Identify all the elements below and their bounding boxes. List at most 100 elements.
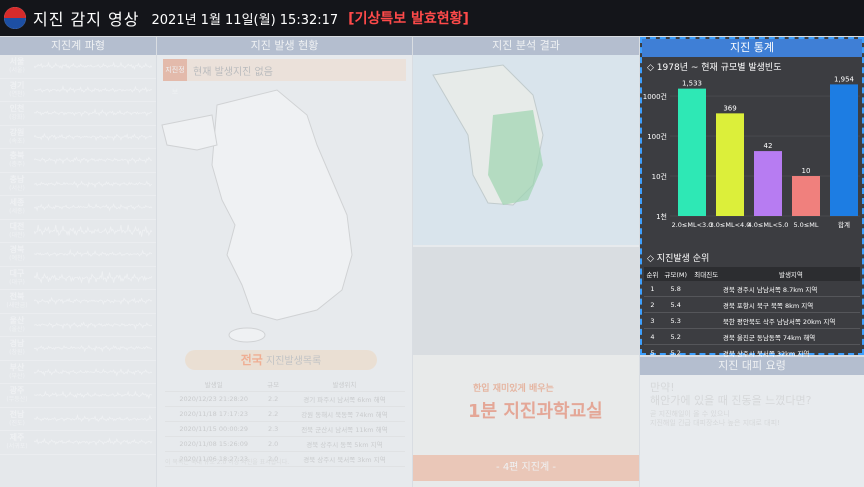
response-tip2: 지진해일 긴급 대피장소나 높은 지대로 대피! (650, 419, 780, 427)
bar-value-label: 369 (723, 104, 736, 112)
x-tick-label: 합계 (838, 220, 850, 229)
bar (678, 88, 706, 216)
x-tick-label: 2.0≤ML<3.0 (672, 221, 713, 229)
station-row[interactable]: 서울 (서울) (0, 55, 156, 79)
notice-text: 현재 발생지진 없음 (193, 66, 273, 78)
quake-list-title: 전국 지진발생목록 (185, 350, 377, 370)
waveform (34, 156, 153, 166)
station-label: 경남 (창원) (9, 339, 25, 357)
table-row[interactable]: 2020/11/08 15:26:09 2.0 경북 상주시 동쪽 5km 지역 (165, 436, 405, 452)
y-tick-label: 1000건 (643, 92, 667, 101)
video-title: 1분 지진과학교실 (468, 401, 603, 422)
table-row[interactable]: 1 5.8 경북 경주시 남남서쪽 8.7km 지역 (644, 281, 860, 297)
station-row[interactable]: 경북 (예천) (0, 243, 156, 267)
x-tick-label: 4.0≤ML<5.0 (748, 221, 789, 229)
megaphone-icon: 지진정보 (163, 59, 187, 96)
table-row[interactable]: 4 5.2 경북 울진군 동남동쪽 74km 해역 (644, 328, 860, 345)
analysis-map[interactable] (413, 55, 639, 245)
station-row[interactable]: 전북 (새만금) (0, 290, 156, 314)
station-label: 전남 (진도) (9, 409, 25, 427)
bar-value-label: 1,533 (682, 80, 702, 88)
statistics-panel: 지진 통계 ◇ 1978년 ~ 현재 규모별 발생빈도 1천 10건 100건 100… (640, 37, 864, 487)
waveform (34, 321, 153, 330)
station-label: 서울 (서울) (9, 57, 25, 75)
table-row[interactable]: 3 5.3 북한 평안북도 삭주 남남서쪽 20km 지역 (644, 312, 860, 329)
seismograph-panel: 지진계 파형 서울 (서울) 경기 (연천) 인천 (강화) 강원 (속초) 충북 (충주) 충남(… (0, 37, 156, 487)
statistics-title: 지진 통계 (642, 39, 862, 57)
rank-header: 발생지역 (721, 267, 860, 281)
waveform (34, 84, 153, 93)
bar-value-label: 42 (764, 142, 773, 150)
station-label: 경북 (예천) (9, 245, 25, 263)
top-bar: 지진 감지 영상 2021년 1월 11일(월) 15:32:17 [기상특보 … (0, 0, 864, 36)
x-tick-label: 5.0≤ML (793, 221, 818, 229)
table-row[interactable]: 2 5.4 경북 포항시 북구 북쪽 8km 지역 (644, 296, 860, 313)
station-row[interactable]: 제주 (서귀포) (0, 431, 156, 455)
list-footnote: 이 목록은 국내 규모 2.0 이상 지진을 표시합니다. (165, 459, 290, 466)
bar (792, 176, 820, 216)
y-tick-label: 1천 (656, 212, 667, 221)
y-tick-label: 100건 (647, 132, 667, 141)
station-label: 강원 (속초) (9, 127, 25, 145)
bar (716, 113, 744, 216)
table-row[interactable]: 2020/11/18 17:17:23 2.2 강원 동해시 북동쪽 74km 해역 (165, 406, 405, 422)
response-q2: 해안가에 있을 때 진동을 느꼈다면? (650, 394, 812, 407)
seismograph-title: 지진계 파형 (0, 37, 156, 55)
station-row[interactable]: 울산 (울산) (0, 314, 156, 337)
rank-header: 최대진도 (690, 267, 722, 281)
waveform (34, 296, 153, 306)
analysis-table (413, 247, 639, 355)
station-row[interactable]: 충북 (충주) (0, 149, 156, 173)
station-row[interactable]: 강원 (속초) (0, 126, 156, 149)
weather-alert-link[interactable]: [기상특보 발효현황] (348, 8, 469, 28)
station-list: 서울 (서울) 경기 (연천) 인천 (강화) 강원 (속초) 충북 (충주) 충남 (서산) 세종 (세… (0, 55, 156, 455)
video-banner: 한입 재미있게 배우는 (473, 384, 554, 394)
station-row[interactable]: 대구 (대구) (0, 267, 156, 290)
waveform (34, 249, 153, 258)
table-row[interactable]: 2020/12/23 21:28:20 2.2 경기 파주시 남서쪽 6km 해역 (165, 391, 405, 407)
station-label: 울산 (울산) (9, 315, 25, 333)
chart-subtitle: ◇ 1978년 ~ 현재 규모별 발생빈도 (647, 63, 782, 73)
waveform (34, 390, 153, 400)
occurrence-title: 지진 발생 현황 (157, 37, 412, 55)
bar-value-label: 10 (802, 167, 811, 175)
station-row[interactable]: 충남 (서산) (0, 173, 156, 196)
waveform (34, 344, 153, 353)
bar-value-label: 1,954 (834, 76, 855, 83)
rank-table: 순위 규모(M) 최대진도 발생지역 1 5.8 경북 경주시 남남서쪽 8.7km 지역 2… (644, 267, 860, 361)
station-row[interactable]: 경기 (연천) (0, 79, 156, 102)
station-row[interactable]: 부산 (부산) (0, 361, 156, 384)
station-row[interactable]: 인천 (강화) (0, 102, 156, 126)
bar (830, 84, 858, 217)
rank-title: ◇ 지진발생 순위 (647, 254, 710, 264)
waveform (34, 180, 153, 189)
waveform (34, 270, 153, 284)
list-header: 발생일 (165, 377, 263, 392)
station-label: 세종 (세종) (9, 198, 25, 216)
station-row[interactable]: 광주 (무등산) (0, 384, 156, 408)
station-label: 광주 (무등산) (6, 386, 28, 404)
y-tick-label: 10건 (652, 172, 667, 181)
statistics-box: 지진 통계 ◇ 1978년 ~ 현재 규모별 발생빈도 1천 10건 100건 100… (640, 37, 864, 361)
video-caption: - 4편 지진계 - (413, 455, 639, 481)
korea-map[interactable] (157, 85, 412, 345)
datetime: 2021년 1월 11일(월) 15:32:17 (151, 12, 339, 28)
waveform (34, 413, 153, 422)
rank-header: 순위 (644, 267, 661, 281)
station-row[interactable]: 세종 (세종) (0, 196, 156, 220)
app-title: 지진 감지 영상 (33, 10, 140, 29)
x-tick-label: 3.0≤ML<4.0 (710, 221, 751, 229)
station-row[interactable]: 경남 (창원) (0, 337, 156, 361)
analysis-panel: 지진 분석 결과 한입 재미있게 배우는 1분 지진과학교실 - 4편 지진계 … (413, 37, 639, 487)
station-label: 충남 (서산) (9, 174, 25, 192)
station-row[interactable]: 전남 (진도) (0, 408, 156, 431)
station-label: 대구 (대구) (9, 268, 25, 286)
list-header: 규모 (262, 377, 284, 392)
waveform (34, 367, 153, 377)
waveform (34, 61, 153, 71)
video-thumbnail[interactable]: 한입 재미있게 배우는 1분 지진과학교실 - 4편 지진계 - (413, 355, 639, 487)
table-row[interactable]: 2020/11/15 00:00:29 2.3 전북 군산시 남서쪽 11km 해역 (165, 421, 405, 437)
station-row[interactable]: 대전 (대전) (0, 220, 156, 243)
response-q1: 만약! (650, 381, 675, 394)
station-label: 부산 (부산) (9, 362, 25, 380)
